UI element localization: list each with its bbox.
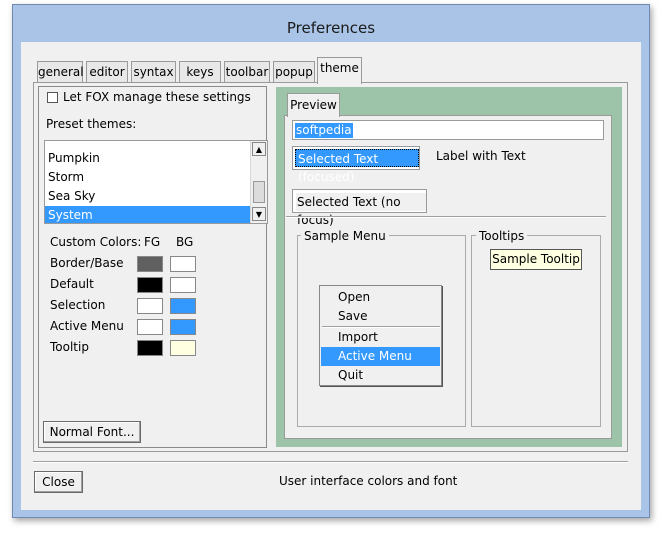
- menu-item-active[interactable]: Active Menu Item: [321, 347, 440, 382]
- tab-keys[interactable]: keys: [179, 61, 221, 83]
- selected-focused-field[interactable]: Selected Text (focused): [292, 146, 420, 184]
- sample-menu-title: Sample Menu: [301, 229, 389, 243]
- preset-themes-list[interactable]: Pumpkin Storm Sea Sky System: [44, 140, 268, 224]
- sample-menu-popup: Open Save Import Active Menu Item Quit: [319, 285, 442, 386]
- color-row-label: Default: [50, 277, 94, 291]
- tab-theme[interactable]: theme: [317, 57, 362, 84]
- color-row-label: Selection: [50, 298, 106, 312]
- fg-color-swatch[interactable]: [137, 340, 163, 356]
- selected-no-focus-field[interactable]: Selected Text (no focus): [292, 189, 427, 227]
- bg-header: BG: [176, 235, 194, 249]
- status-text: User interface colors and font: [279, 474, 458, 488]
- preview-text-field[interactable]: softpedia: [292, 120, 604, 140]
- preset-themes-label: Preset themes:: [46, 117, 137, 131]
- color-row-label: Border/Base: [50, 256, 124, 270]
- bg-color-swatch[interactable]: [170, 298, 196, 314]
- sample-tooltip: Sample Tooltip: [490, 249, 582, 270]
- custom-colors-label: Custom Colors:: [50, 235, 142, 249]
- tab-general[interactable]: general: [37, 61, 84, 83]
- fg-color-swatch[interactable]: [137, 277, 163, 293]
- preview-separator: [286, 216, 606, 218]
- list-item[interactable]: Storm: [45, 168, 250, 187]
- fg-color-swatch[interactable]: [137, 319, 163, 335]
- fox-manage-label: Let FOX manage these settings: [63, 90, 251, 104]
- selected-no-focus-text: Selected Text (no focus): [296, 193, 426, 227]
- tooltips-title: Tooltips: [476, 229, 528, 243]
- bg-color-swatch[interactable]: [170, 256, 196, 272]
- tab-toolbar[interactable]: toolbar: [224, 61, 270, 83]
- tab-popup[interactable]: popup: [273, 61, 315, 83]
- preset-list-scrollbar[interactable]: ▲ ▼: [250, 141, 267, 223]
- label-with-text: Label with Text: [436, 149, 526, 163]
- bg-color-swatch[interactable]: [170, 277, 196, 293]
- tab-syntax[interactable]: syntax: [131, 61, 176, 83]
- selected-focused-text: Selected Text (focused): [295, 149, 419, 184]
- color-row-label: Active Menu: [50, 319, 124, 333]
- bg-color-swatch[interactable]: [170, 340, 196, 356]
- list-item-selected[interactable]: System: [45, 206, 250, 223]
- window-title: Preferences: [286, 19, 376, 37]
- fox-manage-checkbox[interactable]: [47, 92, 58, 103]
- list-item[interactable]: Sea Sky: [45, 187, 250, 206]
- tab-preview[interactable]: Preview: [287, 93, 340, 117]
- bg-color-swatch[interactable]: [170, 319, 196, 335]
- tab-editor[interactable]: editor: [86, 61, 128, 83]
- footer-separator: [33, 461, 628, 463]
- scroll-down-arrow-icon[interactable]: ▼: [252, 207, 266, 221]
- fg-header: FG: [144, 235, 161, 249]
- close-button[interactable]: Close: [34, 471, 83, 493]
- fg-color-swatch[interactable]: [137, 298, 163, 314]
- fg-color-swatch[interactable]: [137, 256, 163, 272]
- normal-font-button[interactable]: Normal Font...: [43, 421, 141, 443]
- scroll-thumb[interactable]: [253, 181, 265, 203]
- menu-item-save[interactable]: Save: [321, 307, 440, 326]
- menu-item-quit[interactable]: Quit: [321, 366, 440, 385]
- color-row-label: Tooltip: [50, 340, 89, 354]
- preview-text-value: softpedia: [295, 123, 353, 138]
- list-item[interactable]: Pumpkin: [45, 149, 250, 168]
- scroll-up-arrow-icon[interactable]: ▲: [252, 142, 266, 156]
- menu-item-import[interactable]: Import: [321, 328, 440, 347]
- menu-item-open[interactable]: Open: [321, 288, 440, 307]
